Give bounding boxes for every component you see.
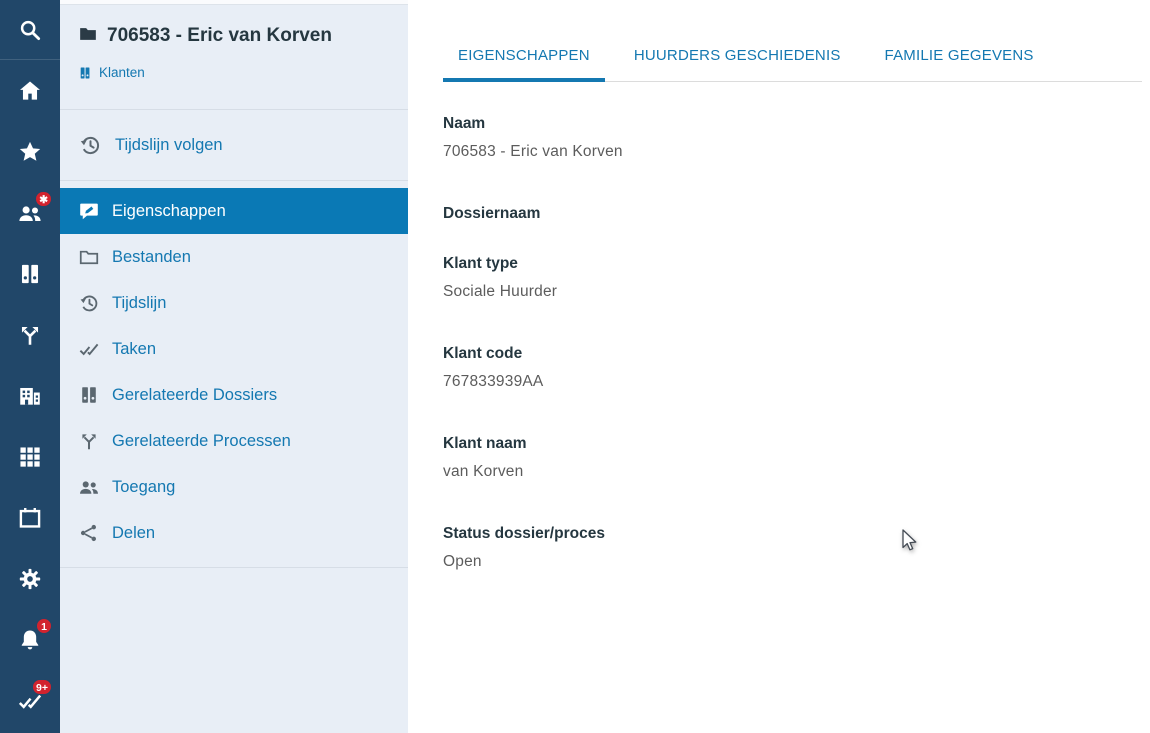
- rail-item-notifications[interactable]: 1: [0, 609, 60, 670]
- field-value: 767833939AA: [443, 371, 1142, 404]
- binders-icon: [78, 384, 100, 406]
- share-icon: [78, 522, 100, 544]
- sidebar-item-gerelateerde-dossiers[interactable]: Gerelateerde Dossiers: [60, 372, 408, 418]
- sidebar-item-label: Toegang: [112, 478, 175, 497]
- field-label: Dossiernaam: [443, 203, 1142, 224]
- settings-gear-icon: [17, 566, 43, 592]
- field-label: Status dossier/proces: [443, 523, 1142, 544]
- properties-form: Naam 706583 - Eric van Korven Dossiernaa…: [443, 113, 1142, 584]
- detail-pane: EIGENSCHAPPEN HUURDERS GESCHIEDENIS FAMI…: [408, 0, 1150, 733]
- follow-timeline-label: Tijdslijn volgen: [115, 136, 223, 155]
- sidebar-item-label: Bestanden: [112, 248, 191, 267]
- page-title: 706583 - Eric van Korven: [78, 22, 386, 52]
- field-klant-naam: Klant naam van Korven: [443, 433, 1142, 494]
- rail-item-tasks[interactable]: 9+: [0, 670, 60, 731]
- branch-icon: [78, 430, 100, 452]
- sidebar-header: 706583 - Eric van Korven Klanten: [60, 5, 408, 109]
- sidebar-item-toegang[interactable]: Toegang: [60, 464, 408, 510]
- field-value: Open: [443, 551, 1142, 584]
- rail-item-organizations[interactable]: [0, 365, 60, 426]
- sidebar-item-label: Gerelateerde Dossiers: [112, 386, 277, 405]
- folder-outline-icon: [78, 246, 100, 268]
- field-klant-type: Klant type Sociale Huurder: [443, 253, 1142, 314]
- breadcrumb-klanten[interactable]: Klanten: [78, 65, 386, 80]
- follow-timeline-button[interactable]: Tijdslijn volgen: [60, 109, 408, 181]
- breadcrumb-label: Klanten: [99, 65, 145, 80]
- field-value: van Korven: [443, 461, 1142, 494]
- rail-item-favorites[interactable]: [0, 121, 60, 182]
- rail-item-home[interactable]: [0, 60, 60, 121]
- field-label: Klant code: [443, 343, 1142, 364]
- apps-grid-icon: [17, 444, 43, 470]
- sidebar-item-label: Eigenschappen: [112, 202, 226, 221]
- field-naam: Naam 706583 - Eric van Korven: [443, 113, 1142, 174]
- tab-bar: EIGENSCHAPPEN HUURDERS GESCHIEDENIS FAMI…: [443, 47, 1142, 82]
- menu-separator: [60, 567, 408, 568]
- folder-icon: [78, 24, 98, 52]
- search-icon: [17, 17, 43, 43]
- field-klant-code: Klant code 767833939AA: [443, 343, 1142, 404]
- sidebar-item-label: Tijdslijn: [112, 294, 166, 313]
- sidebar-item-delen[interactable]: Delen: [60, 510, 408, 556]
- icon-rail: ✱ 1 9+: [0, 0, 60, 733]
- sidebar-menu: Eigenschappen Bestanden Tijdslijn Taken …: [60, 181, 408, 568]
- sidebar-item-label: Delen: [112, 524, 155, 543]
- sidebar-item-label: Taken: [112, 340, 156, 359]
- rail-item-search[interactable]: [0, 0, 60, 60]
- field-label: Klant naam: [443, 433, 1142, 454]
- history-icon: [78, 292, 100, 314]
- rail-item-calendar[interactable]: [0, 487, 60, 548]
- sidebar-item-gerelateerde-processen[interactable]: Gerelateerde Processen: [60, 418, 408, 464]
- field-status-dossier-proces: Status dossier/proces Open: [443, 523, 1142, 584]
- process-branch-icon: [17, 322, 43, 348]
- field-value: Sociale Huurder: [443, 281, 1142, 314]
- field-label: Naam: [443, 113, 1142, 134]
- notification-badge: 1: [36, 618, 52, 634]
- rail-item-dossiers[interactable]: [0, 243, 60, 304]
- rail-item-processes[interactable]: [0, 304, 60, 365]
- context-sidebar: 706583 - Eric van Korven Klanten Tijdsli…: [60, 0, 408, 733]
- tab-eigenschappen[interactable]: EIGENSCHAPPEN: [443, 47, 605, 81]
- organization-building-icon: [17, 383, 43, 409]
- rail-item-contacts[interactable]: ✱: [0, 182, 60, 243]
- tasks-badge: 9+: [32, 679, 52, 695]
- sidebar-item-taken[interactable]: Taken: [60, 326, 408, 372]
- star-icon: [17, 139, 43, 165]
- page-title-text: 706583 - Eric van Korven: [107, 25, 332, 46]
- rail-item-settings[interactable]: [0, 548, 60, 609]
- sidebar-item-bestanden[interactable]: Bestanden: [60, 234, 408, 280]
- calendar-icon: [17, 505, 43, 531]
- home-icon: [17, 78, 43, 104]
- rail-item-apps[interactable]: [0, 426, 60, 487]
- properties-bubble-pencil-icon: [78, 200, 100, 222]
- klanten-binders-icon: [78, 66, 92, 80]
- field-label: Klant type: [443, 253, 1142, 274]
- tab-huurders-geschiedenis[interactable]: HUURDERS GESCHIEDENIS: [619, 47, 856, 81]
- sidebar-item-tijdslijn[interactable]: Tijdslijn: [60, 280, 408, 326]
- field-value: 706583 - Eric van Korven: [443, 141, 1142, 174]
- sidebar-item-eigenschappen[interactable]: Eigenschappen: [60, 188, 408, 234]
- history-icon: [78, 133, 102, 157]
- field-dossiernaam: Dossiernaam: [443, 203, 1142, 224]
- doublecheck-icon: [78, 338, 100, 360]
- tab-familie-gegevens[interactable]: FAMILIE GEGEVENS: [870, 47, 1049, 81]
- dossiers-binders-icon: [17, 261, 43, 287]
- people-icon: [78, 476, 100, 498]
- alert-badge: ✱: [35, 191, 52, 207]
- sidebar-item-label: Gerelateerde Processen: [112, 432, 291, 451]
